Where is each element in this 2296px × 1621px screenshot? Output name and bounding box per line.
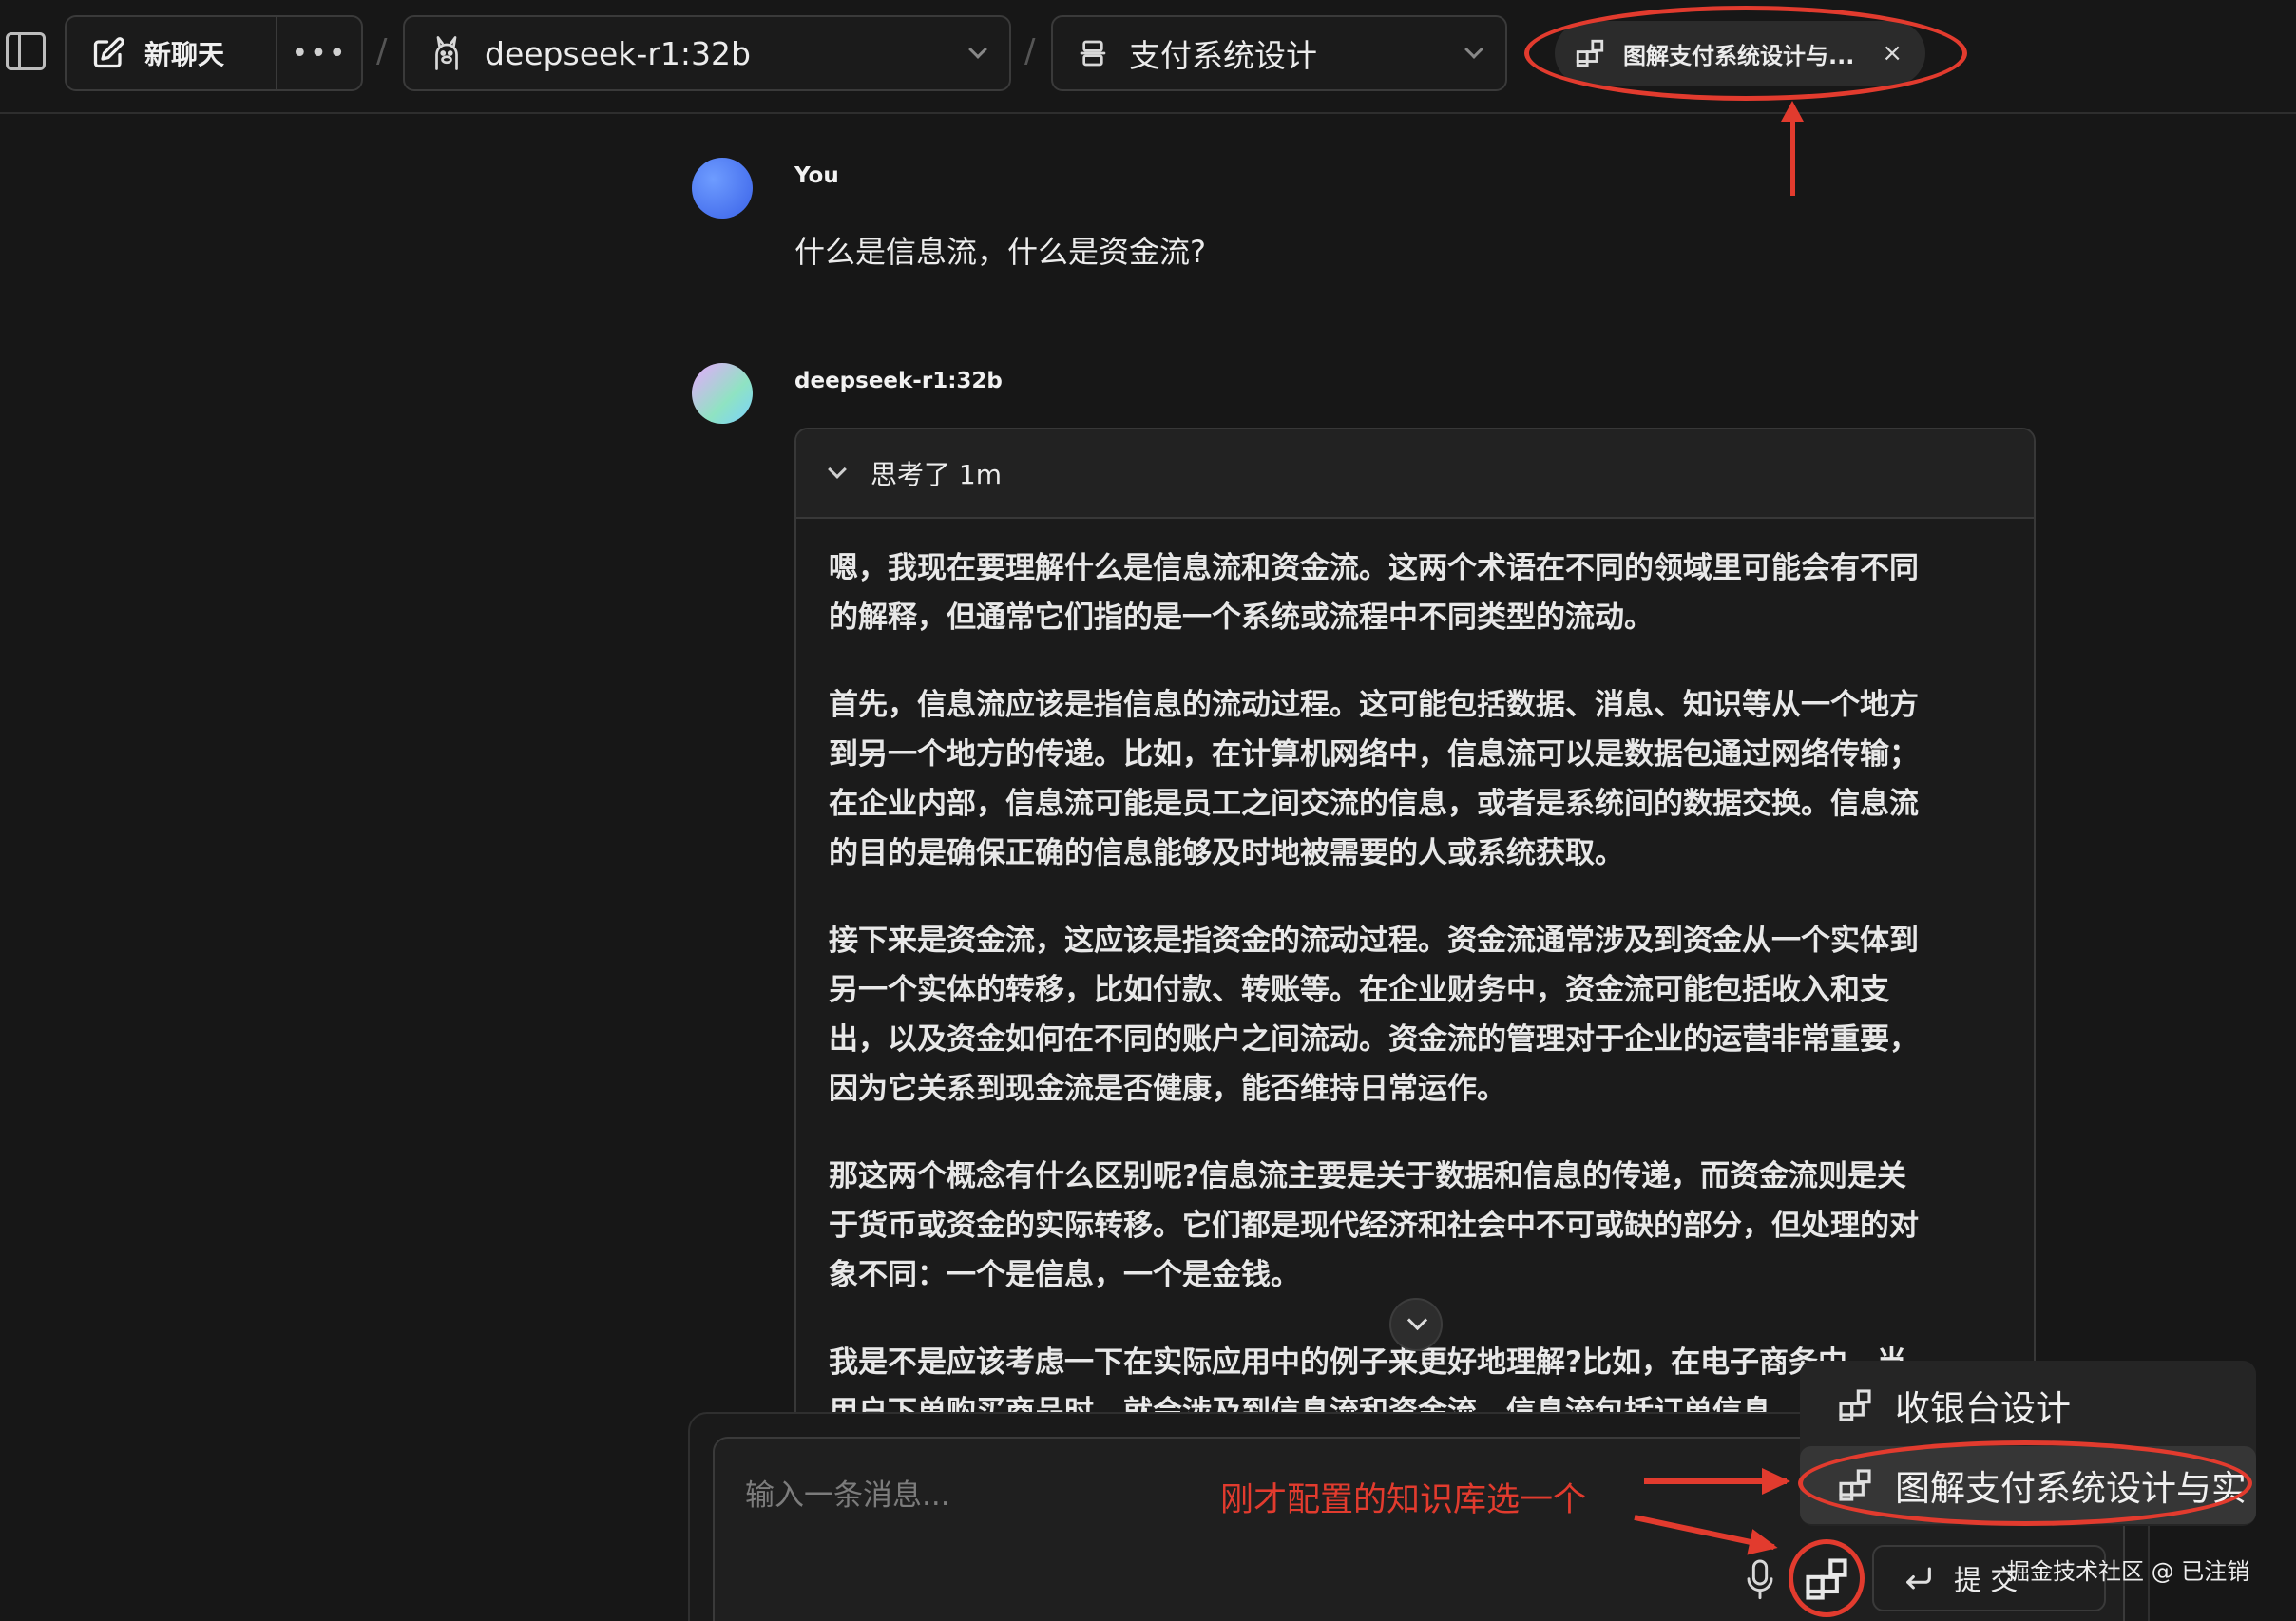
enter-icon [1906, 1567, 1931, 1590]
new-chat-button[interactable]: 新聊天 [67, 17, 277, 89]
blocks-icon [1839, 1389, 1871, 1421]
thinking-toggle[interactable]: 思考了 1m [796, 429, 2034, 519]
annotation-ring [1798, 1440, 2252, 1526]
chevron-down-icon [968, 40, 987, 59]
breadcrumb-separator: / [1024, 32, 1036, 70]
llama-icon [435, 36, 458, 70]
chevron-down-icon [1464, 40, 1483, 59]
sidebar-toggle-icon[interactable] [6, 32, 46, 70]
user-message: 什么是信息流，什么是资金流? [794, 234, 1206, 270]
knowledge-base-selector[interactable]: 支付系统设计 [1051, 15, 1507, 91]
new-chat-group: 新聊天 ••• [65, 15, 363, 91]
microphone-icon[interactable] [1745, 1558, 1775, 1602]
menu-item-cashier-design[interactable]: 收银台设计 [1800, 1366, 2256, 1444]
new-chat-label: 新聊天 [144, 39, 225, 70]
user-avatar [692, 158, 753, 219]
model-selector[interactable]: deepseek-r1:32b [403, 15, 1011, 91]
annotation-arrow [1644, 1468, 1790, 1495]
thinking-label: 思考了 1m [871, 459, 1002, 490]
bot-avatar [692, 363, 753, 424]
user-name: You [794, 163, 839, 188]
annotation-ring [1524, 6, 1967, 101]
edit-icon [93, 37, 124, 68]
bot-name: deepseek-r1:32b [794, 369, 1003, 393]
model-name: deepseek-r1:32b [485, 34, 751, 72]
annotation-arrow-up [1781, 101, 1804, 196]
thinking-paragraph: 首先，信息流应该是指信息的流动过程。这可能包括数据、消息、知识等从一个地方到另一… [829, 688, 1919, 870]
menu-item-label: 收银台设计 [1895, 1388, 2071, 1429]
chevron-down-icon [828, 460, 847, 479]
more-options-button[interactable]: ••• [277, 37, 361, 70]
watermark: 掘金技术社区 @ 已注销 [2007, 1558, 2250, 1585]
knowledge-base-name: 支付系统设计 [1129, 37, 1317, 74]
annotation-text: 刚才配置的知识库选一个 [1220, 1481, 1587, 1519]
scroll-down-button[interactable] [1389, 1298, 1443, 1351]
database-icon [1080, 40, 1106, 67]
annotation-ring [1789, 1539, 1865, 1617]
thinking-paragraph: 那这两个概念有什么区别呢?信息流主要是关于数据和信息的传递，而资金流则是关于货币… [829, 1159, 1919, 1292]
thinking-paragraph: 嗯，我现在要理解什么是信息流和资金流。这两个术语在不同的领域里可能会有不同的解释… [829, 551, 1919, 635]
breadcrumb-separator: / [376, 32, 388, 70]
thinking-paragraph: 接下来是资金流，这应该是指资金的流动过程。资金流通常涉及到资金从一个实体到另一个… [829, 924, 1919, 1106]
